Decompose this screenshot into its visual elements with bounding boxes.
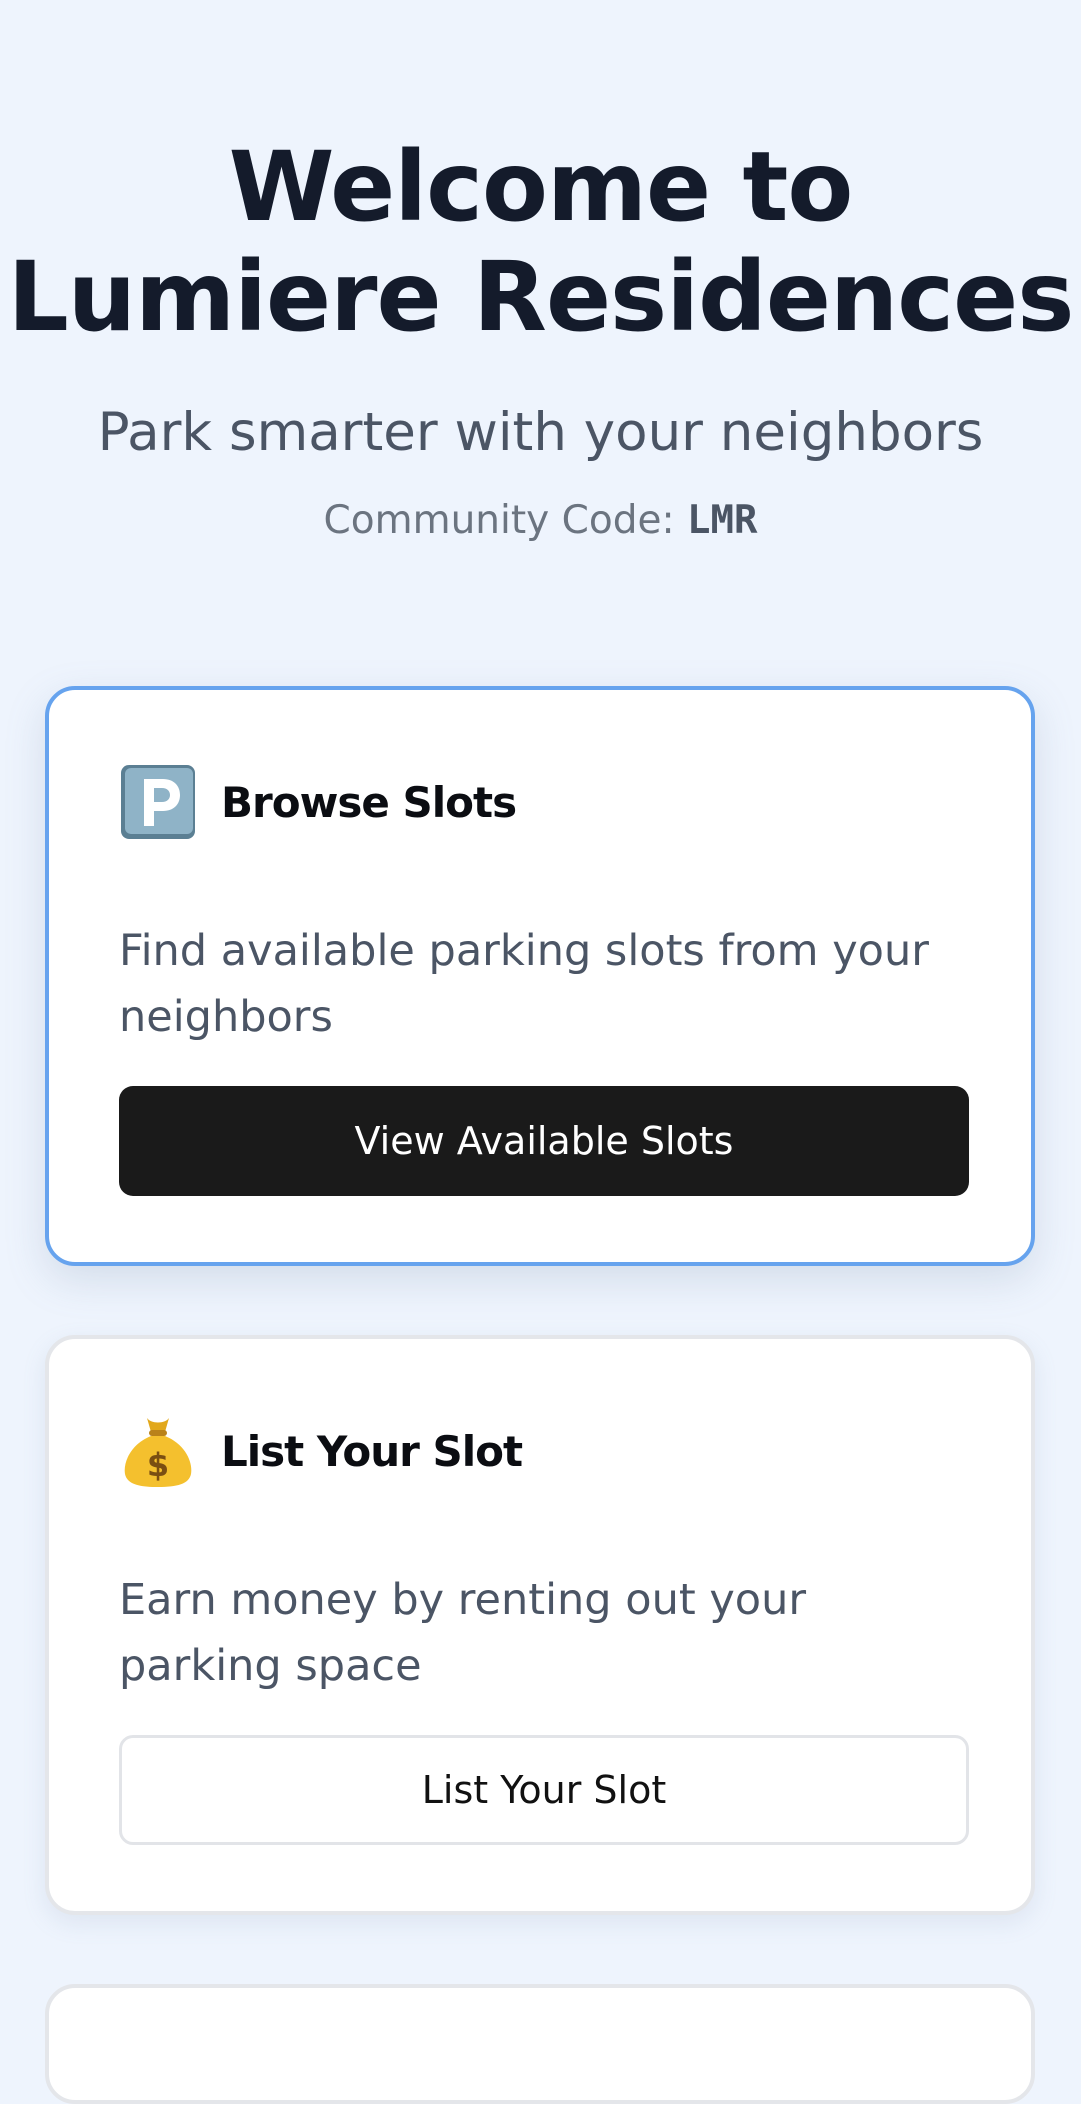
list-your-slot-button[interactable]: List Your Slot [119, 1735, 969, 1845]
page-title-line-1: Welcome to [228, 131, 854, 243]
community-code-value: LMR [687, 498, 758, 543]
view-available-slots-button[interactable]: View Available Slots [119, 1086, 969, 1196]
card-title: Browse Slots [221, 777, 517, 827]
svg-text:$: $ [147, 1446, 169, 1484]
community-code-label: Community Code: [323, 498, 675, 543]
browse-slots-card: Browse Slots Find available parking slot… [45, 686, 1035, 1266]
card-header: Browse Slots [119, 762, 517, 842]
parking-icon [119, 763, 197, 841]
card-description: Find available parking slots from your n… [119, 926, 929, 1042]
list-your-slot-card: $ List Your Slot Earn money by renting o… [45, 1335, 1035, 1915]
page-title: Welcome to Lumiere Residences [0, 132, 1081, 352]
money-bag-icon: $ [119, 1412, 197, 1490]
card-description: Earn money by renting out your parking s… [119, 1575, 807, 1691]
page-subtitle: Park smarter with your neighbors [97, 402, 984, 463]
card-title: List Your Slot [221, 1426, 523, 1476]
card-header: $ List Your Slot [119, 1411, 523, 1491]
page-title-line-2: Lumiere Residences [7, 241, 1075, 353]
community-code: Community Code: LMR [0, 496, 1081, 546]
next-card [45, 1984, 1035, 2104]
